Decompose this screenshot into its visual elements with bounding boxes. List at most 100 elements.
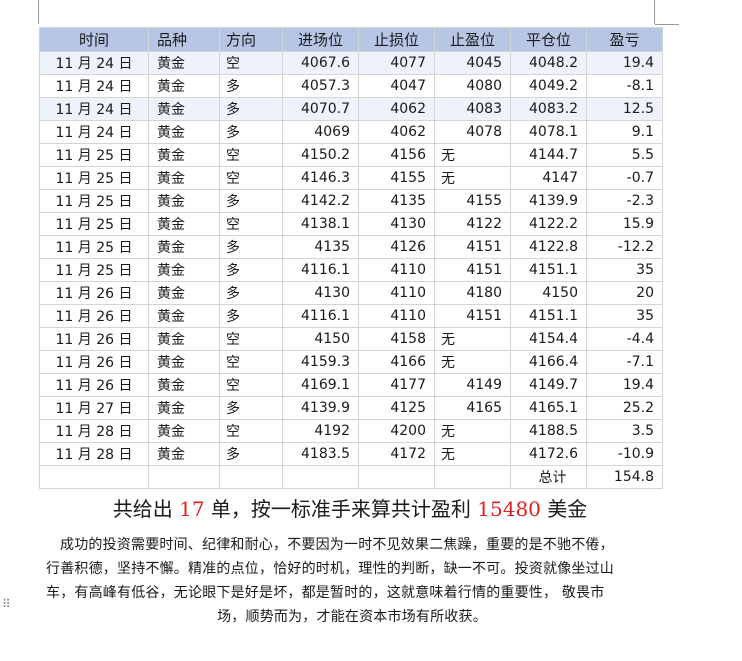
cell-take-profit: 4083 xyxy=(434,97,511,121)
cell-take-profit: 无 xyxy=(434,442,511,466)
cell-direction: 空 xyxy=(219,350,283,374)
summary-count: 17 xyxy=(179,497,205,521)
cell-stop-loss: 4077 xyxy=(358,51,435,75)
cell-direction: 多 xyxy=(219,281,283,305)
cell-direction: 空 xyxy=(219,419,283,443)
cell-kind: 黄金 xyxy=(148,258,220,282)
cell-take-profit: 4080 xyxy=(434,74,511,98)
table-total-row: 总计 154.8 xyxy=(39,465,663,489)
cell-close: 4172.6 xyxy=(510,442,587,466)
cell-direction: 多 xyxy=(219,235,283,259)
cell-direction: 多 xyxy=(219,304,283,328)
table-header-row: 时间 品种 方向 进场位 止损位 止盈位 平仓位 盈亏 xyxy=(39,27,663,52)
cell-pnl: -12.2 xyxy=(586,235,663,259)
cell-stop-loss: 4172 xyxy=(358,442,435,466)
cell-time: 11 月 25 日 xyxy=(39,212,149,236)
cell-take-profit: 4165 xyxy=(434,396,511,420)
cell-stop-loss: 4177 xyxy=(358,373,435,397)
cell-pnl: -0.7 xyxy=(586,166,663,190)
cell-entry: 4130 xyxy=(282,281,359,305)
cell-pnl: 9.1 xyxy=(586,120,663,144)
cell-time: 11 月 25 日 xyxy=(39,166,149,190)
cell-take-profit: 4151 xyxy=(434,258,511,282)
cell-kind: 黄金 xyxy=(148,396,220,420)
total-label: 总计 xyxy=(510,465,587,489)
cell-time: 11 月 25 日 xyxy=(39,143,149,167)
cell-entry: 4116.1 xyxy=(282,304,359,328)
table-row: 11 月 25 日黄金空 4146.3 4155 无 4147 -0.7 xyxy=(39,166,663,190)
cell-take-profit: 4045 xyxy=(434,51,511,75)
cell-close: 4188.5 xyxy=(510,419,587,443)
cell-entry: 4183.5 xyxy=(282,442,359,466)
header-pnl: 盈亏 xyxy=(586,27,663,52)
cell-close: 4166.4 xyxy=(510,350,587,374)
cell-take-profit: 无 xyxy=(434,166,511,190)
paragraph-line-4: 场，顺势而为，才能在资本市场有所收获。 xyxy=(217,609,487,625)
cell-stop-loss: 4156 xyxy=(358,143,435,167)
cell-kind: 黄金 xyxy=(148,304,220,328)
drag-handle-icon[interactable]: ⠿ xyxy=(2,598,12,616)
table-row: 11 月 25 日黄金多 4116.1 4110 4151 4151.1 35 xyxy=(39,258,663,282)
table-row: 11 月 24 日黄金空 4067.6 4077 4045 4048.2 19.4 xyxy=(39,51,663,75)
cell-kind: 黄金 xyxy=(148,166,220,190)
cell-entry: 4067.6 xyxy=(282,51,359,75)
total-empty-cell xyxy=(282,465,359,489)
cell-kind: 黄金 xyxy=(148,212,220,236)
cell-close: 4154.4 xyxy=(510,327,587,351)
table-row: 11 月 25 日黄金空 4138.1 4130 4122 4122.2 15.9 xyxy=(39,212,663,236)
header-close: 平仓位 xyxy=(510,27,587,52)
summary-prefix: 共给出 xyxy=(112,497,173,521)
cell-pnl: 19.4 xyxy=(586,51,663,75)
cell-pnl: 5.5 xyxy=(586,143,663,167)
cell-close: 4048.2 xyxy=(510,51,587,75)
cell-time: 11 月 28 日 xyxy=(39,442,149,466)
cell-entry: 4139.9 xyxy=(282,396,359,420)
cell-kind: 黄金 xyxy=(148,74,220,98)
cell-time: 11 月 26 日 xyxy=(39,281,149,305)
table-row: 11 月 25 日黄金空 4150.2 4156 无 4144.7 5.5 xyxy=(39,143,663,167)
paragraph-line-1: 成功的投资需要时间、纪律和耐心，不要因为一时不见效果二焦躁，重要的是不驰不倦， xyxy=(60,537,614,553)
cell-stop-loss: 4155 xyxy=(358,166,435,190)
cell-entry: 4169.1 xyxy=(282,373,359,397)
cell-time: 11 月 26 日 xyxy=(39,304,149,328)
cell-close: 4122.8 xyxy=(510,235,587,259)
advice-paragraph: 成功的投资需要时间、纪律和耐心，不要因为一时不见效果二焦躁，重要的是不驰不倦， … xyxy=(46,533,658,629)
cell-time: 11 月 24 日 xyxy=(39,120,149,144)
cell-time: 11 月 26 日 xyxy=(39,350,149,374)
cell-stop-loss: 4166 xyxy=(358,350,435,374)
cell-close: 4144.7 xyxy=(510,143,587,167)
cell-take-profit: 4078 xyxy=(434,120,511,144)
summary-middle: 单，按一标准手来算共计盈利 xyxy=(210,497,471,521)
header-entry: 进场位 xyxy=(282,27,359,52)
cell-direction: 空 xyxy=(219,373,283,397)
table-body: 11 月 24 日黄金空 4067.6 4077 4045 4048.2 19.4 11 月… xyxy=(39,51,663,489)
cell-pnl: 12.5 xyxy=(586,97,663,121)
table-row: 11 月 24 日黄金多 4070.7 4062 4083 4083.2 12.5 xyxy=(39,97,663,121)
table-row: 11 月 24 日黄金多 4069 4062 4078 4078.1 9.1 xyxy=(39,120,663,144)
cell-stop-loss: 4110 xyxy=(358,281,435,305)
total-empty-cell xyxy=(358,465,435,489)
cell-take-profit: 4149 xyxy=(434,373,511,397)
cell-time: 11 月 28 日 xyxy=(39,419,149,443)
table-row: 11 月 26 日黄金空 4150 4158 无 4154.4 -4.4 xyxy=(39,327,663,351)
table-row: 11 月 28 日黄金空 4192 4200 无 4188.5 3.5 xyxy=(39,419,663,443)
cell-take-profit: 无 xyxy=(434,327,511,351)
cell-pnl: 20 xyxy=(586,281,663,305)
table-row: 11 月 26 日黄金多 4116.1 4110 4151 4151.1 35 xyxy=(39,304,663,328)
cell-pnl: 35 xyxy=(586,304,663,328)
cell-direction: 多 xyxy=(219,258,283,282)
cell-time: 11 月 26 日 xyxy=(39,327,149,351)
header-stop-loss: 止损位 xyxy=(358,27,435,52)
total-empty-cell xyxy=(148,465,220,489)
cell-stop-loss: 4158 xyxy=(358,327,435,351)
summary-profit: 15480 xyxy=(477,497,541,521)
cell-kind: 黄金 xyxy=(148,51,220,75)
header-direction: 方向 xyxy=(219,27,283,52)
cell-kind: 黄金 xyxy=(148,281,220,305)
cell-close: 4083.2 xyxy=(510,97,587,121)
cell-take-profit: 4151 xyxy=(434,235,511,259)
cell-stop-loss: 4130 xyxy=(358,212,435,236)
cell-pnl: 3.5 xyxy=(586,419,663,443)
cell-close: 4147 xyxy=(510,166,587,190)
summary-suffix: 美金 xyxy=(547,497,588,521)
